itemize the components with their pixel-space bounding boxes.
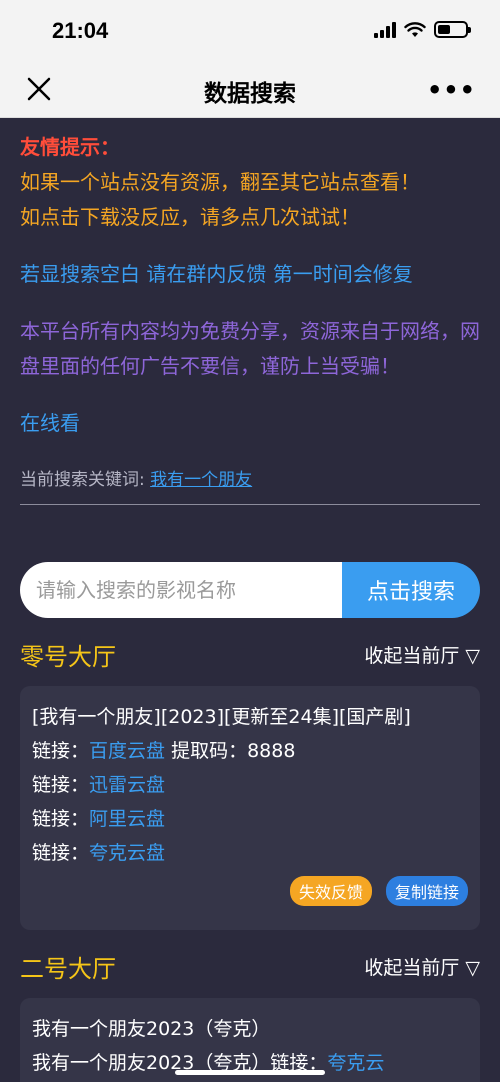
hall-header-0: 零号大厅 收起当前厅 ▽ — [20, 634, 480, 674]
link-label: 链接： — [32, 808, 90, 830]
home-indicator[interactable] — [175, 1070, 325, 1075]
status-time: 21:04 — [52, 18, 109, 43]
invalid-feedback-button[interactable]: 失效反馈 — [289, 876, 372, 906]
resource-title: 我有一个朋友2023（夸克） — [32, 1018, 271, 1040]
current-keyword: 当前搜索关键词: 我有一个朋友 — [20, 463, 480, 505]
quark-pan-link[interactable]: 夸克云 — [327, 1052, 384, 1074]
link-row-xunlei: 链接：迅雷云盘 — [32, 768, 468, 802]
keyword-link[interactable]: 我有一个朋友 — [150, 470, 252, 490]
aliyun-pan-link[interactable]: 阿里云盘 — [89, 808, 165, 830]
search-input[interactable] — [20, 562, 342, 618]
xunlei-pan-link[interactable]: 迅雷云盘 — [89, 774, 165, 796]
link-label: 链接： — [32, 740, 90, 762]
search-bar: 点击搜索 — [20, 562, 480, 618]
status-icons — [374, 21, 471, 38]
tip-line-1: 如果一个站点没有资源，翻至其它站点查看！ — [20, 170, 420, 194]
link-row-baidu: 链接：百度云盘 提取码：8888 — [32, 734, 468, 768]
collapse-hall-toggle[interactable]: 收起当前厅 ▽ — [364, 641, 480, 668]
search-button[interactable]: 点击搜索 — [342, 562, 480, 618]
main-content: 友情提示： 如果一个站点没有资源，翻至其它站点查看！ 如点击下载没反应，请多点几… — [20, 130, 480, 505]
card-actions: 失效反馈 复制链接 — [32, 876, 468, 906]
hall-title: 二号大厅 — [20, 954, 116, 983]
notice-feedback: 若显搜索空白 请在群内反馈 第一时间会修复 — [20, 262, 413, 286]
notice-disclaimer: 本平台所有内容均为免费分享，资源来自于网络，网盘里面的任何广告不要信，谨防上当受… — [20, 319, 480, 378]
more-icon[interactable]: ••• — [427, 76, 476, 104]
link-label: 链接： — [32, 842, 90, 864]
collapse-hall-toggle[interactable]: 收起当前厅 ▽ — [364, 953, 480, 980]
wifi-icon — [404, 21, 426, 37]
link-row-aliyun: 链接：阿里云盘 — [32, 802, 468, 836]
nav-bar: 数据搜索 ••• — [0, 62, 500, 118]
online-watch-link[interactable]: 在线看 — [20, 406, 480, 441]
link-label: 链接： — [32, 774, 90, 796]
baidu-pan-link[interactable]: 百度云盘 — [89, 740, 165, 762]
hall-title: 零号大厅 — [20, 642, 116, 671]
link-row-quark: 链接：夸克云盘 — [32, 836, 468, 870]
keyword-label: 当前搜索关键词: — [20, 470, 151, 490]
quark-pan-link[interactable]: 夸克云盘 — [89, 842, 165, 864]
signal-icon — [374, 21, 396, 38]
resource-card: [我有一个朋友][2023][更新至24集][国产剧] 链接：百度云盘 提取码：… — [20, 686, 480, 930]
status-bar: 21:04 — [0, 0, 500, 62]
tip-line-2: 如点击下载没反应，请多点几次试试！ — [20, 205, 360, 229]
hall-header-2: 二号大厅 收起当前厅 ▽ — [20, 946, 480, 986]
extract-code: 提取码：8888 — [165, 740, 296, 762]
page-title: 数据搜索 — [204, 81, 296, 107]
tip-title: 友情提示： — [20, 135, 120, 159]
battery-icon — [434, 21, 471, 38]
resource-title: [我有一个朋友][2023][更新至24集][国产剧] — [32, 706, 411, 728]
copy-link-button[interactable]: 复制链接 — [385, 876, 468, 906]
